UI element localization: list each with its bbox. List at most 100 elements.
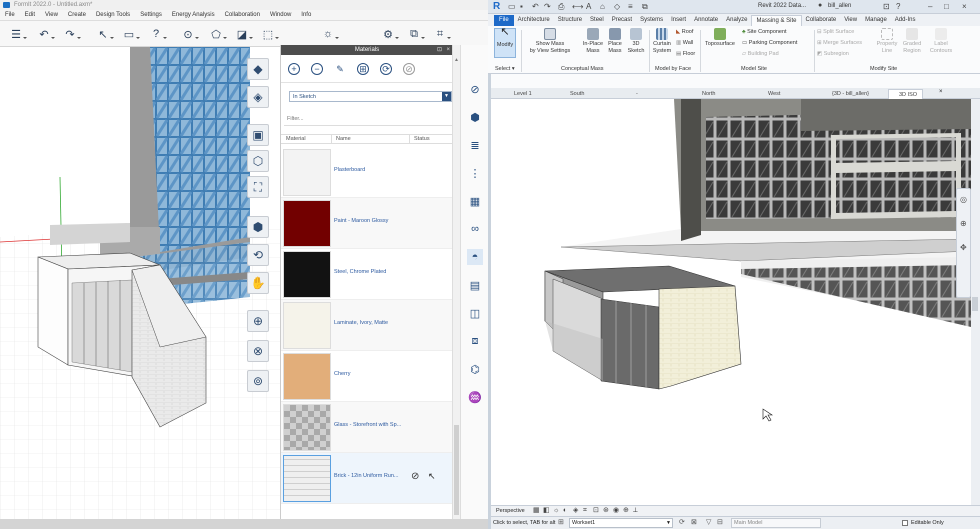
constraints-icon[interactable]: ⟂ [633,506,638,516]
undo-icon[interactable]: ↶ [532,2,539,11]
pan-icon[interactable]: ✥ [960,243,967,252]
redo-icon[interactable]: ↷ [62,26,81,42]
mesh-icon[interactable]: ⌬ [467,361,483,377]
chevron-down-icon[interactable]: ▼ [442,92,451,101]
detail-level-icon[interactable]: ▦ [533,506,540,516]
menu-window[interactable]: Window [265,12,296,18]
tab-architecture[interactable]: Architecture [514,15,554,26]
revit-logo-icon[interactable]: R [493,1,500,12]
material-row[interactable]: Glass - Storefront with Sp... [281,402,454,453]
visual-style-icon[interactable]: ◧ [543,506,550,516]
tab-systems[interactable]: Systems [636,15,667,26]
undo-icon[interactable]: ↶ [36,26,55,42]
pin-icon[interactable]: ⊡ [437,45,442,55]
curtain-system-button[interactable]: Curtain System [651,28,673,54]
maximize-icon[interactable]: □ [944,2,949,11]
render-icon[interactable]: ◈ [573,506,578,516]
tape-icon[interactable]: ⌗ [432,26,451,42]
select-icon[interactable]: ↖ [95,26,114,42]
materials-filter-input[interactable]: Filter... [284,116,452,126]
thin-lines-icon[interactable]: ≡ [628,2,633,11]
wall-by-face-button[interactable]: ▥ Wall [676,40,693,47]
zoom-extents-icon[interactable]: ⊚ [247,370,269,392]
reveal-icon[interactable]: ◉ [613,506,619,516]
cube-icon[interactable]: ⬚ [260,26,279,42]
toposurface-button[interactable]: Toposurface [703,28,737,48]
menu-design-tools[interactable]: Design Tools [91,12,135,18]
model-icon[interactable]: ⛶ [247,176,269,198]
property-line-button[interactable]: Property Line [876,28,898,54]
menu-edit[interactable]: Edit [20,12,40,18]
site-component-button[interactable]: ♣ Site Component [742,29,787,36]
label-contours-button[interactable]: Label Contours [928,28,954,54]
replace-material-icon[interactable]: ⟳ [380,63,392,75]
paint-bucket-icon[interactable]: ⊘ [411,471,419,482]
box-icon[interactable]: ◫ [467,305,483,321]
purge-material-icon[interactable]: ⊘ [403,63,415,75]
sync-icon[interactable]: ⟳ [679,517,685,529]
material-row[interactable]: Steel, Chrome Plated [281,249,454,300]
graded-region-button[interactable]: Graded Region [900,28,924,54]
library-icon[interactable]: ⧈ [467,333,483,349]
steering-wheel-icon[interactable]: ◎ [960,195,967,204]
view-tab-south[interactable]: South [560,89,584,99]
menu-create[interactable]: Create [63,12,91,18]
user-icon[interactable]: ● [818,2,822,9]
add-material-icon[interactable]: + [288,63,300,75]
3d-sketch-button[interactable]: 3D Sketch [626,28,646,54]
tab-massing-site[interactable]: Massing & Site [751,15,802,26]
pan-icon[interactable]: ✋ [247,272,269,294]
tab-file[interactable]: File [494,15,514,26]
help-icon[interactable]: ? [896,2,900,11]
tab-add-ins[interactable]: Add-Ins [891,15,920,26]
revit-3d-viewport[interactable] [491,99,971,505]
revit-user[interactable]: bill_allen [828,3,851,9]
save-icon[interactable]: ▪ [520,2,523,11]
close-tab-icon[interactable]: × [939,89,943,95]
view-tab-dash[interactable]: - [626,89,638,99]
sun-path-icon[interactable]: ☼ [553,506,559,516]
materials-filter-select[interactable]: In Sketch ▼ [289,91,452,102]
merge-surfaces-button[interactable]: ⊞ Merge Surfaces [817,40,862,47]
close-icon[interactable]: × [446,45,450,55]
close-hidden-icon[interactable]: ⧉ [642,2,648,12]
help-icon[interactable]: ? [148,26,167,42]
menu-info[interactable]: Info [296,12,316,18]
3d-view-icon[interactable]: ⌂ [600,2,605,11]
view-tab-3d-iso[interactable]: 3D ISO [888,89,924,99]
sun-icon[interactable]: ☼ [320,26,339,42]
tab-collaborate[interactable]: Collaborate [802,15,841,26]
editable-only-checkbox[interactable] [902,520,908,526]
column-material[interactable]: Material [286,136,306,142]
select-group-label[interactable]: Select ▾ [495,66,515,72]
materials-icon[interactable]: ◓ [467,249,483,265]
tag-icon[interactable]: A [586,2,591,11]
editing-requests-icon[interactable]: ⊠ [691,517,697,529]
split-surface-button[interactable]: ⊟ Split Surface [817,29,854,36]
material-row[interactable]: Paint - Maroon Glossy [281,198,454,249]
box-icon[interactable]: ▣ [247,124,269,146]
cube-icon[interactable]: ⬢ [467,109,483,125]
view-tab-north[interactable]: North [692,89,715,99]
tab-analyze[interactable]: Analyze [722,15,751,26]
eyedropper-icon[interactable]: ✎ [334,63,346,75]
scenes-icon[interactable]: ▤ [467,277,483,293]
hide-icon[interactable]: ⊛ [603,506,609,516]
zoom-window-icon[interactable]: ⊗ [247,340,269,362]
layers-icon[interactable]: ≣ [467,137,483,153]
design-options-icon[interactable]: ⊟ [717,517,723,529]
tab-insert[interactable]: Insert [667,15,690,26]
print-icon[interactable]: ⎙ [558,2,564,12]
view-tab-west[interactable]: West [758,89,780,99]
duplicate-material-icon[interactable]: ⊞ [357,63,369,75]
parking-component-button[interactable]: ▭ Parking Component [742,40,797,47]
lock-icon[interactable]: ⊡ [593,506,599,516]
shape-icon[interactable]: ⬠ [208,26,227,42]
gear-icon[interactable]: ⚙ [380,26,399,42]
view-tab-level-1[interactable]: Level 1 [504,89,532,99]
material-row-selected[interactable]: Brick - 12in Uniform Run... ⊘ ↖ [281,453,454,504]
materials-scrollbar[interactable]: ▲ [452,45,460,519]
revit-viewport-scrollbar[interactable] [971,99,980,505]
measure-icon[interactable]: ⟷ [572,2,583,11]
shadows-icon[interactable]: ◐ [563,506,567,516]
